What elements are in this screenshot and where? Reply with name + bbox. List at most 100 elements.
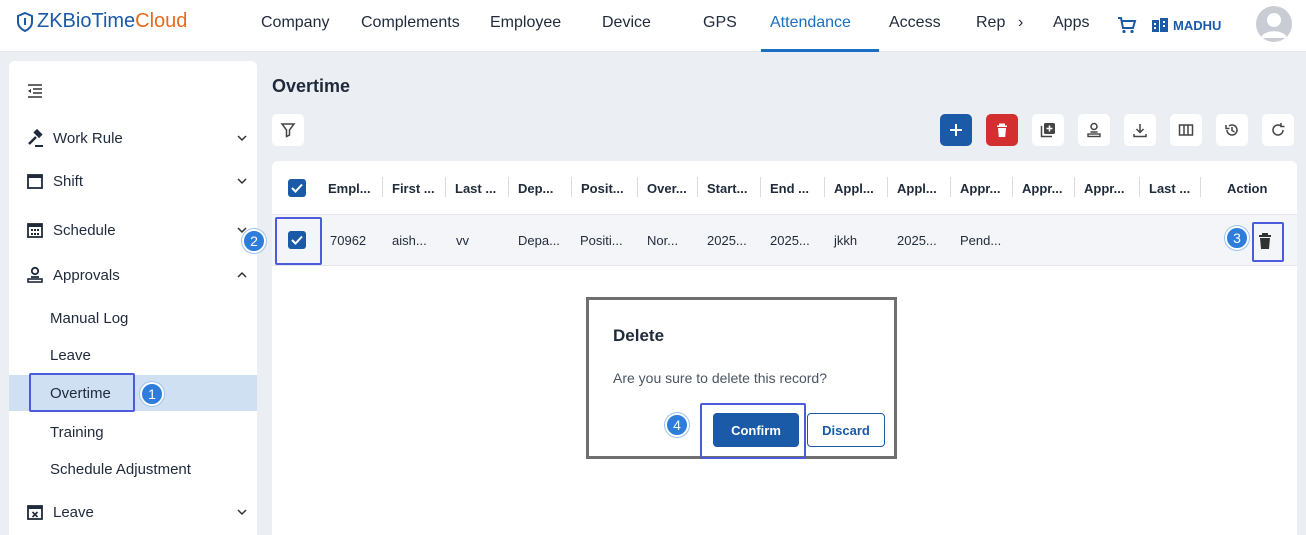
column-divider[interactable] <box>382 177 383 197</box>
table-cell: Nor... <box>647 233 679 248</box>
cart-icon[interactable] <box>1117 16 1137 34</box>
table-cell: vv <box>456 233 469 248</box>
delete-button[interactable] <box>986 114 1018 146</box>
nav-rep[interactable]: Rep <box>976 14 1005 32</box>
column-divider[interactable] <box>571 177 572 197</box>
column-header[interactable]: Dep... <box>518 181 553 196</box>
history-icon <box>1225 124 1238 136</box>
avatar[interactable] <box>1256 6 1292 42</box>
column-header[interactable]: Appl... <box>897 181 937 196</box>
chevron-up-icon <box>237 271 247 278</box>
calendar-grid-icon <box>27 223 43 238</box>
column-header[interactable]: Posit... <box>581 181 624 196</box>
sidebar: Work Rule Shift Schedule Approvals Manua… <box>9 61 257 535</box>
step-4-marker: 4 <box>665 413 689 437</box>
gavel-icon <box>28 129 43 147</box>
top-bar: ZKBioTime Cloud Company Complements Empl… <box>0 0 1306 52</box>
brand-name-secondary: Cloud <box>135 10 188 32</box>
sidebar-item-leave-approval[interactable]: Leave <box>9 337 257 373</box>
column-divider[interactable] <box>445 177 446 197</box>
column-header[interactable]: Start... <box>707 181 747 196</box>
sidebar-item-label: Manual Log <box>50 309 129 327</box>
table-row[interactable]: 70962 aish... vv Depa... Positi... Nor..… <box>272 214 1297 266</box>
column-header[interactable]: First ... <box>392 181 435 196</box>
brand-name-primary: ZKBioTime <box>37 10 136 32</box>
approve-button[interactable] <box>1078 114 1110 146</box>
refresh-button[interactable] <box>1262 114 1294 146</box>
history-button[interactable] <box>1216 114 1248 146</box>
column-header[interactable]: Appr... <box>1022 181 1062 196</box>
nav-complements[interactable]: Complements <box>361 14 460 32</box>
filter-icon <box>280 123 296 138</box>
sidebar-item-schedule[interactable]: Schedule <box>9 214 257 246</box>
step-3-marker: 3 <box>1225 226 1249 250</box>
nav-access[interactable]: Access <box>889 14 941 32</box>
sidebar-item-leave[interactable]: Leave <box>9 496 257 528</box>
column-header[interactable]: Last ... <box>1149 181 1190 196</box>
duplicate-button[interactable] <box>1032 114 1064 146</box>
shield-icon <box>17 11 33 32</box>
column-divider[interactable] <box>824 177 825 197</box>
trash-icon <box>997 123 1007 137</box>
column-divider[interactable] <box>637 177 638 197</box>
select-all-checkbox[interactable] <box>288 179 306 197</box>
sidebar-item-label: Work Rule <box>53 129 123 147</box>
column-divider[interactable] <box>1012 177 1013 197</box>
column-divider[interactable] <box>887 177 888 197</box>
user-name[interactable]: MADHU <box>1173 18 1221 33</box>
dialog-title: Delete <box>613 326 665 345</box>
column-header[interactable]: Appr... <box>960 181 1000 196</box>
table-cell: 2025... <box>770 233 810 248</box>
column-divider[interactable] <box>508 177 509 197</box>
column-header[interactable]: Appl... <box>834 181 874 196</box>
nav-more-icon[interactable]: › <box>1018 14 1023 32</box>
columns-button[interactable] <box>1170 114 1202 146</box>
sidebar-item-schedule-adjustment[interactable]: Schedule Adjustment <box>9 451 257 487</box>
column-header[interactable]: End ... <box>770 181 809 196</box>
add-button[interactable] <box>940 114 972 146</box>
nav-attendance[interactable]: Attendance <box>770 14 851 32</box>
sidebar-item-work-rule[interactable]: Work Rule <box>9 122 257 154</box>
table-cell: Depa... <box>518 233 560 248</box>
column-divider[interactable] <box>1139 177 1140 197</box>
column-header[interactable]: Empl... <box>328 181 371 196</box>
step-2-marker: 2 <box>242 229 266 253</box>
export-button[interactable] <box>1124 114 1156 146</box>
table-cell: jkkh <box>834 233 858 248</box>
download-icon <box>1133 124 1147 138</box>
refresh-icon <box>1272 123 1285 136</box>
building-icon[interactable] <box>1151 17 1169 33</box>
sidebar-item-label: Approvals <box>53 266 120 284</box>
column-divider[interactable] <box>760 177 761 197</box>
sidebar-item-shift[interactable]: Shift <box>9 165 257 197</box>
sidebar-item-approvals[interactable]: Approvals <box>9 259 257 291</box>
column-divider[interactable] <box>1200 177 1201 197</box>
collapse-menu-icon[interactable] <box>27 84 43 98</box>
step-3-highlight <box>1252 222 1284 262</box>
column-divider[interactable] <box>950 177 951 197</box>
step-4-highlight <box>700 403 806 459</box>
sidebar-item-label: Schedule <box>53 221 116 239</box>
sidebar-item-manual-log[interactable]: Manual Log <box>9 300 257 336</box>
nav-device[interactable]: Device <box>602 14 651 32</box>
discard-button[interactable]: Discard <box>807 413 885 447</box>
table-cell: 2025... <box>707 233 747 248</box>
nav-company[interactable]: Company <box>261 14 329 32</box>
sidebar-item-training[interactable]: Training <box>9 414 257 450</box>
brand-logo[interactable]: ZKBioTime Cloud <box>16 10 187 33</box>
columns-icon <box>1178 124 1194 136</box>
sidebar-item-label: Leave <box>53 503 94 521</box>
nav-employee[interactable]: Employee <box>490 14 561 32</box>
table-cell: 2025... <box>897 233 937 248</box>
column-divider[interactable] <box>697 177 698 197</box>
column-header[interactable]: Appr... <box>1084 181 1124 196</box>
column-divider[interactable] <box>1074 177 1075 197</box>
sidebar-item-label: Training <box>50 423 104 441</box>
step-1-marker: 1 <box>140 382 164 406</box>
nav-apps[interactable]: Apps <box>1053 14 1089 32</box>
column-header[interactable]: Last ... <box>455 181 496 196</box>
filter-button[interactable] <box>272 114 304 146</box>
nav-gps[interactable]: GPS <box>703 14 737 32</box>
column-header[interactable]: Over... <box>647 181 687 196</box>
sidebar-item-label: Shift <box>53 172 84 190</box>
